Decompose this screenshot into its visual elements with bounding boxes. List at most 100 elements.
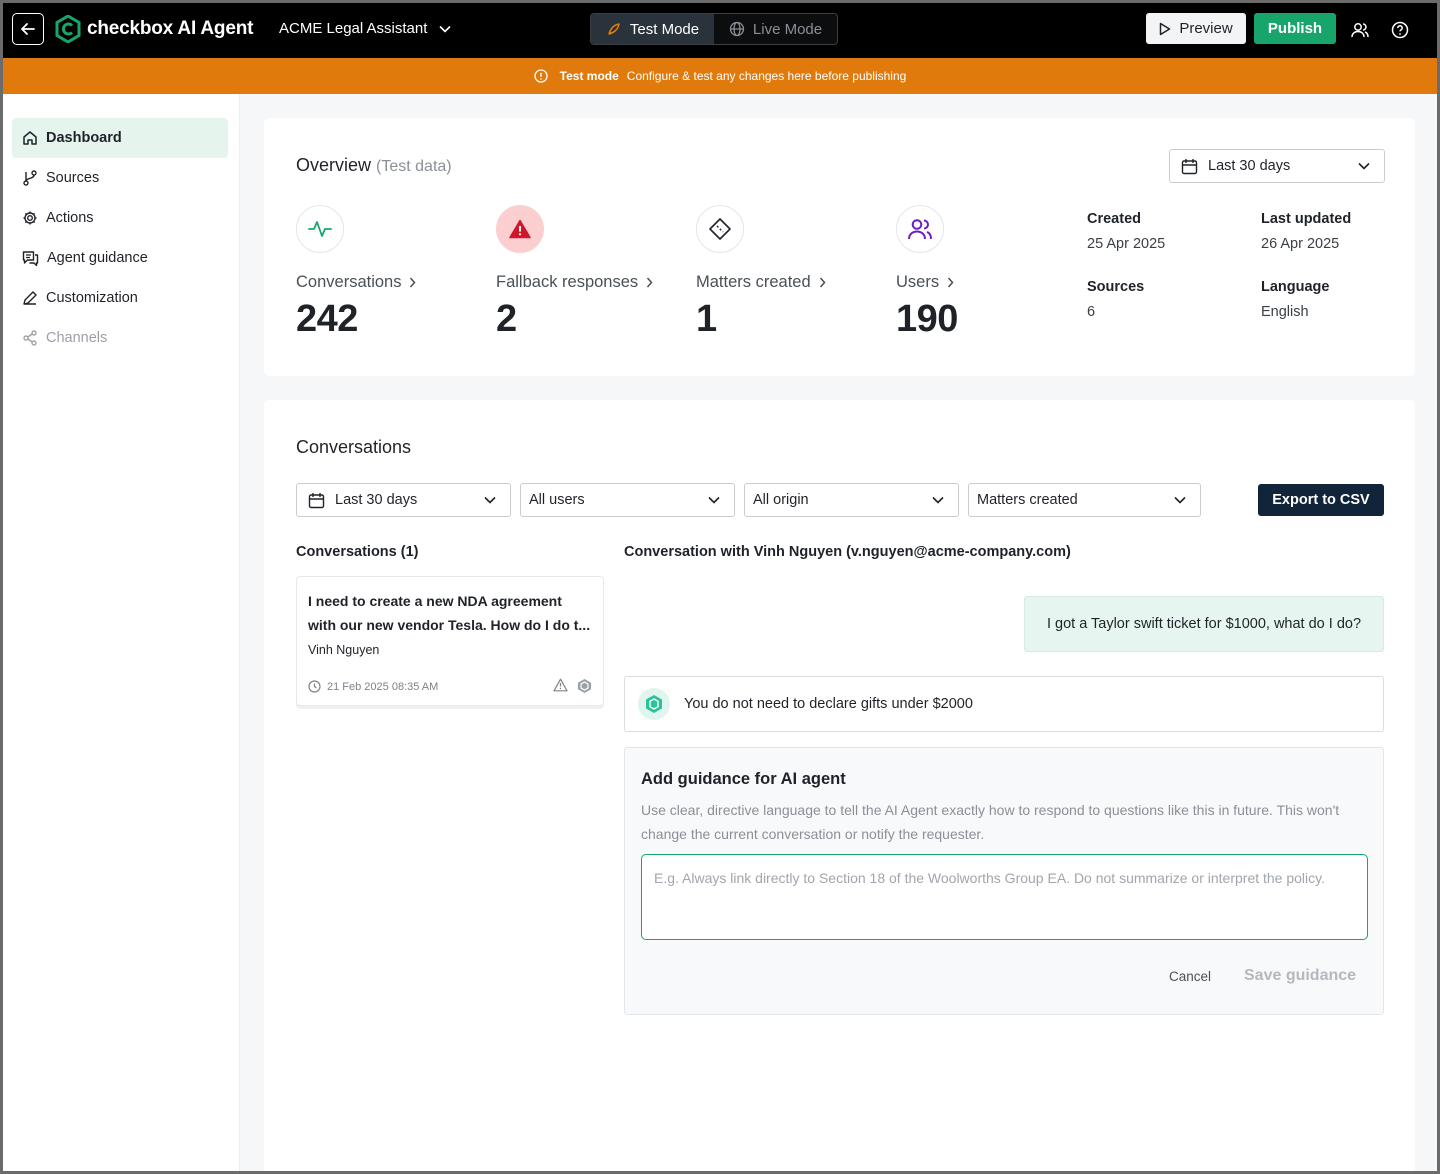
overview-title: Overview (Test data)	[296, 155, 452, 176]
guidance-textarea[interactable]	[641, 854, 1368, 940]
meta-label: Created	[1087, 211, 1141, 227]
stat-label: Matters created	[696, 273, 886, 292]
test-mode-banner: Test mode Configure & test any changes h…	[3, 58, 1437, 94]
overview-title-text: Overview	[296, 155, 372, 175]
stat-value: 190	[896, 298, 958, 340]
warning-triangle-icon	[553, 678, 568, 692]
meta-value: 25 Apr 2025	[1087, 236, 1166, 252]
pen-icon	[23, 291, 37, 305]
publish-button[interactable]: Publish	[1254, 13, 1336, 44]
stat-icon-circle	[896, 205, 944, 253]
stat-matters-created[interactable]: Matters created 1	[696, 205, 886, 341]
banner-title: Test mode	[559, 69, 619, 83]
top-bar: checkbox AI Agent ACME Legal Assistant T…	[3, 3, 1437, 58]
overview-date-range-value: Last 30 days	[1208, 158, 1291, 174]
stat-icon-circle	[296, 205, 344, 253]
sidebar-item-label: Channels	[46, 330, 108, 346]
sidebar-item-agent-guidance[interactable]: Agent guidance	[12, 238, 228, 278]
sidebar: Dashboard Sources Actions Agent guidance…	[3, 94, 240, 1171]
stat-value: 2	[496, 298, 517, 340]
sidebar-item-actions[interactable]: Actions	[12, 198, 228, 238]
agent-name: ACME Legal Assistant	[279, 20, 428, 37]
meta-value: 26 Apr 2025	[1261, 236, 1340, 252]
chevron-right-icon	[410, 277, 416, 288]
live-mode-button[interactable]: Live Mode	[714, 14, 837, 44]
stat-icon-circle	[696, 205, 744, 253]
matters-filter-select[interactable]: Matters created	[968, 483, 1201, 517]
chevron-right-icon	[647, 277, 653, 288]
agent-selector[interactable]: ACME Legal Assistant	[279, 20, 451, 37]
stat-users[interactable]: Users 190	[896, 205, 1086, 341]
conversations-card: Conversations Last 30 days All users All…	[264, 400, 1415, 1171]
chevron-right-icon	[819, 277, 826, 288]
stat-label: Users	[896, 273, 1086, 292]
branch-icon	[23, 170, 37, 186]
conversations-title: Conversations	[296, 437, 412, 457]
chat-icon	[22, 251, 39, 266]
stat-conversations[interactable]: Conversations 242	[296, 205, 486, 341]
conversation-list-item[interactable]: I need to create a new NDA agreement wit…	[296, 576, 604, 706]
bot-message-bubble: You do not need to declare gifts under $…	[624, 676, 1384, 732]
conversation-timestamp-text: 21 Feb 2025 08:35 AM	[327, 680, 439, 693]
origin-filter-value: All origin	[753, 492, 809, 508]
mode-toggle: Test Mode Live Mode	[590, 13, 838, 45]
conversations-list-heading: Conversations (1)	[296, 544, 419, 560]
activity-icon	[308, 221, 332, 237]
users-menu-button[interactable]	[1349, 19, 1371, 41]
cancel-button[interactable]: Cancel	[1169, 969, 1211, 984]
back-button[interactable]	[12, 13, 44, 45]
sidebar-item-customization[interactable]: Customization	[12, 278, 228, 318]
overview-subtitle: (Test data)	[376, 158, 452, 175]
arrow-left-icon	[21, 23, 35, 35]
stat-label-text: Conversations	[296, 273, 402, 291]
help-circle-icon	[1391, 21, 1409, 39]
sidebar-item-sources[interactable]: Sources	[12, 158, 228, 198]
meta-language: Language English	[1261, 279, 1329, 320]
chevron-down-icon	[932, 496, 944, 504]
conversation-user: Vinh Nguyen	[308, 643, 380, 657]
meta-label: Last updated	[1261, 211, 1352, 227]
meta-sources: Sources 6	[1087, 279, 1144, 320]
preview-label: Preview	[1179, 20, 1233, 37]
date-filter-select[interactable]: Last 30 days	[296, 483, 511, 517]
warning-icon	[509, 219, 531, 239]
help-button[interactable]	[1389, 19, 1411, 41]
date-filter-value: Last 30 days	[335, 492, 418, 508]
logo: checkbox AI Agent	[55, 15, 253, 43]
ticket-icon	[709, 218, 731, 240]
stat-label-text: Users	[896, 273, 940, 291]
agent-logo-icon	[646, 695, 662, 713]
conversation-flags	[553, 678, 592, 694]
conversation-timestamp: 21 Feb 2025 08:35 AM	[308, 680, 438, 693]
bot-avatar	[638, 688, 670, 720]
chevron-down-icon	[484, 496, 496, 504]
users-icon	[1351, 23, 1369, 38]
app-window: checkbox AI Agent ACME Legal Assistant T…	[3, 3, 1437, 1171]
users-filter-select[interactable]: All users	[520, 483, 735, 517]
banner-message: Configure & test any changes here before…	[626, 69, 907, 83]
stat-label-text: Fallback responses	[496, 273, 639, 291]
guidance-title: Add guidance for AI agent	[641, 770, 846, 788]
test-mode-button[interactable]: Test Mode	[591, 14, 714, 44]
stat-value: 242	[296, 298, 358, 340]
sidebar-item-label: Actions	[46, 210, 94, 226]
preview-button[interactable]: Preview	[1146, 13, 1246, 44]
info-circle-icon	[534, 69, 548, 83]
save-guidance-button[interactable]: Save guidance	[1244, 967, 1356, 985]
export-csv-button[interactable]: Export to CSV	[1258, 484, 1384, 516]
agent-badge-icon	[578, 679, 591, 693]
sidebar-item-label: Customization	[46, 290, 138, 306]
sidebar-item-channels[interactable]: Channels	[12, 318, 228, 358]
sidebar-item-dashboard[interactable]: Dashboard	[12, 118, 228, 158]
origin-filter-select[interactable]: All origin	[744, 483, 959, 517]
home-icon	[23, 131, 37, 145]
chevron-down-icon	[439, 25, 451, 33]
chevron-down-icon	[1174, 496, 1186, 504]
stat-label: Conversations	[296, 273, 486, 292]
stat-fallback-responses[interactable]: Fallback responses 2	[496, 205, 686, 341]
logo-text: checkbox AI Agent	[87, 18, 254, 39]
guidance-panel: Add guidance for AI agent Use clear, dir…	[624, 747, 1384, 1015]
overview-date-range-select[interactable]: Last 30 days	[1169, 149, 1385, 183]
live-mode-label: Live Mode	[752, 20, 823, 38]
sidebar-item-label: Sources	[46, 170, 100, 186]
